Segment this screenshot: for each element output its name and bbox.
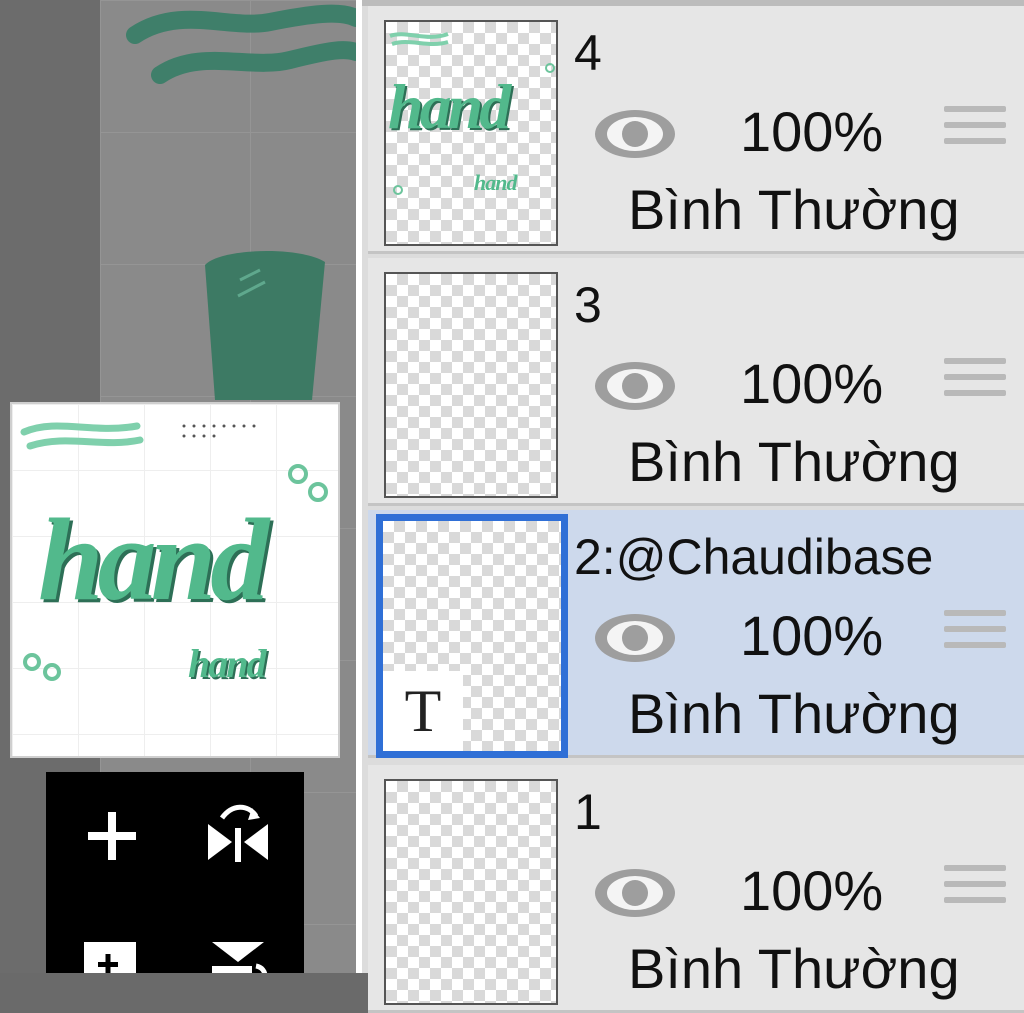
eye-icon[interactable]: [590, 608, 680, 668]
layer-row-2[interactable]: T 2:@Chaudibase 100% Bình Thường: [368, 510, 1024, 758]
drag-handle-icon[interactable]: [944, 106, 1006, 162]
preview-title-text: hand: [38, 494, 269, 625]
add-layer-icon: [84, 938, 140, 973]
drag-handle-icon[interactable]: [944, 610, 1006, 666]
flip-horizontal-icon: [208, 804, 268, 862]
layer-blend-mode[interactable]: Bình Thường: [628, 434, 960, 490]
layer-thumbnail[interactable]: T: [376, 514, 568, 758]
layer-blend-mode[interactable]: Bình Thường: [628, 182, 960, 238]
layer-tool-panel: [46, 772, 304, 973]
layer-thumbnail[interactable]: hand hand: [384, 20, 558, 246]
merge-down-button[interactable]: [198, 918, 278, 973]
layer-panel: hand hand 4 100% Bình Thường 3 100% Bình…: [356, 0, 1024, 1013]
flip-button[interactable]: [198, 796, 278, 876]
layer-thumbnail-subtext: hand: [474, 170, 517, 195]
text-layer-icon: T: [383, 671, 463, 751]
layer-row-4[interactable]: hand hand 4 100% Bình Thường: [368, 6, 1024, 254]
layer-opacity[interactable]: 100%: [740, 608, 883, 664]
merge-down-icon: [212, 942, 268, 973]
layer-thumbnail-text: hand: [388, 71, 511, 142]
layer-name[interactable]: 2:@Chaudibase: [574, 532, 933, 582]
canvas-preview[interactable]: hand hand: [10, 402, 340, 758]
layer-thumbnail[interactable]: [384, 272, 558, 498]
layer-thumbnail[interactable]: [384, 779, 558, 1005]
layer-blend-mode[interactable]: Bình Thường: [628, 686, 960, 742]
layer-name[interactable]: 4: [574, 28, 602, 78]
add-button[interactable]: [72, 796, 152, 876]
layer-name[interactable]: 1: [574, 787, 602, 837]
eye-icon[interactable]: [590, 863, 680, 923]
plus-icon: [88, 812, 136, 860]
drag-handle-icon[interactable]: [944, 865, 1006, 921]
eye-icon[interactable]: [590, 104, 680, 164]
layer-opacity[interactable]: 100%: [740, 104, 883, 160]
layer-blend-mode[interactable]: Bình Thường: [628, 941, 960, 997]
canvas-artwork: [126, 4, 356, 400]
drag-handle-icon[interactable]: [944, 358, 1006, 414]
canvas-area[interactable]: hand hand: [0, 0, 356, 973]
add-layer-button[interactable]: [72, 922, 152, 973]
layer-row-1[interactable]: 1 100% Bình Thường: [368, 765, 1024, 1013]
layer-row-3[interactable]: 3 100% Bình Thường: [368, 258, 1024, 506]
layer-name[interactable]: 3: [574, 280, 602, 330]
layer-opacity[interactable]: 100%: [740, 863, 883, 919]
layer-opacity[interactable]: 100%: [740, 356, 883, 412]
preview-subtitle-text: hand: [188, 641, 266, 686]
eye-icon[interactable]: [590, 356, 680, 416]
